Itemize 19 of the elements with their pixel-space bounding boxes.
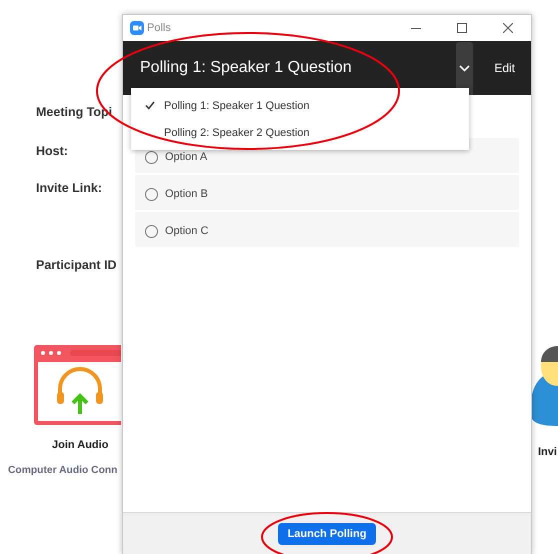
poll-option[interactable]: Option C [135, 212, 519, 247]
radio-button[interactable] [145, 188, 158, 200]
launch-polling-button[interactable]: Launch Polling [278, 523, 376, 545]
chevron-down-icon [459, 65, 470, 72]
poll-option[interactable]: Option B [135, 175, 519, 210]
audio-caption: Computer Audio Conn [8, 465, 118, 476]
field-label: Participant ID [36, 257, 117, 274]
join-audio-icon[interactable] [33, 344, 121, 426]
menu-item[interactable]: Polling 1: Speaker 1 Question [131, 92, 469, 119]
radio-button[interactable] [145, 224, 158, 238]
dropdown-button[interactable] [456, 42, 474, 95]
edit-button[interactable]: Edit [494, 61, 515, 75]
field-label: Host: [36, 143, 69, 160]
invite-label: Invi [538, 446, 558, 458]
field-label: Invite Link: [36, 180, 103, 197]
join-audio-label: Join Audio [52, 439, 108, 451]
poll-title: Polling 1: Speaker 1 Question [140, 59, 352, 77]
window-title: Polls [147, 22, 171, 34]
app-logo-icon [130, 21, 144, 35]
